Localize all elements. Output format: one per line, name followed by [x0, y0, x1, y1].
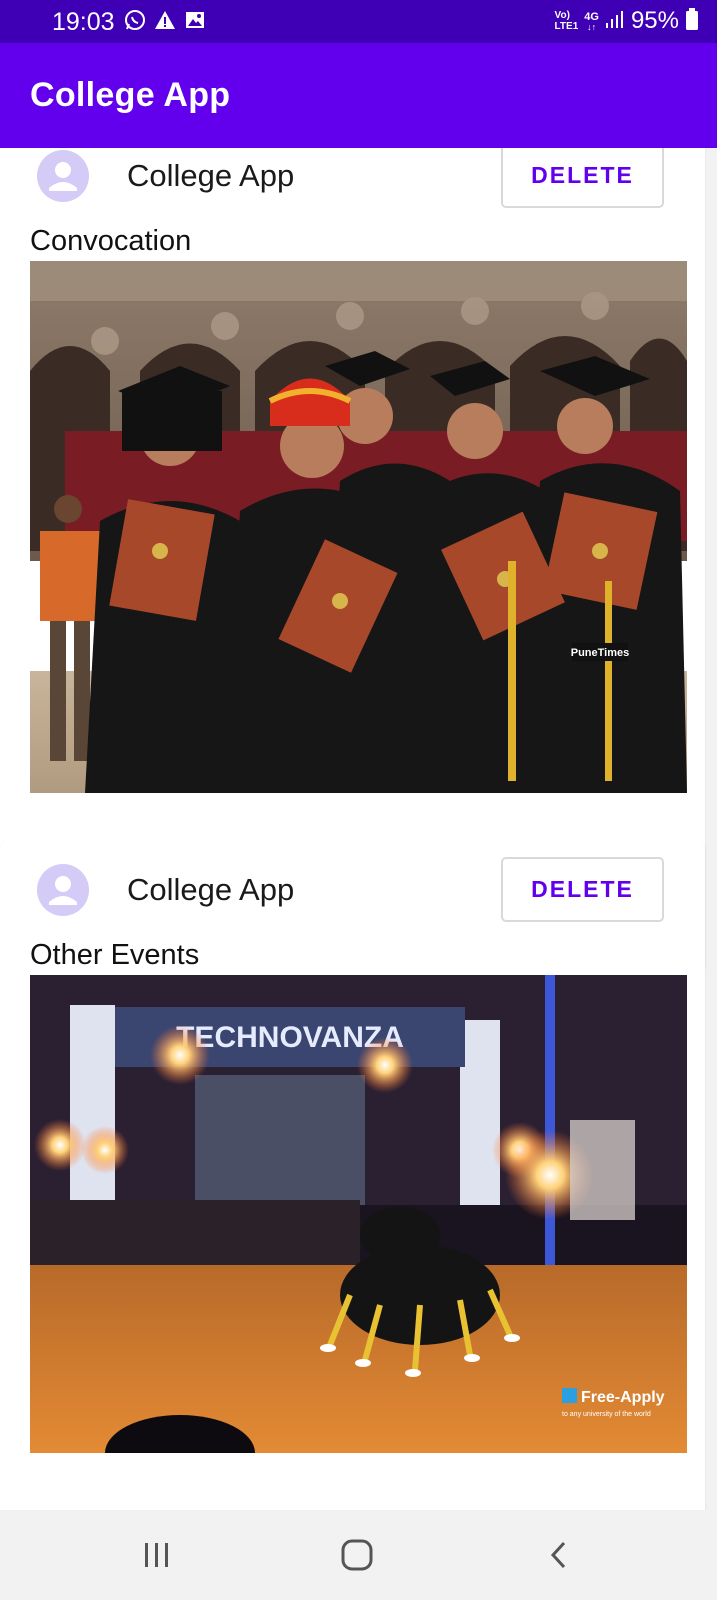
photo-watermark-sub: to any university of the world: [562, 1411, 651, 1418]
delete-button[interactable]: DELETE: [501, 148, 664, 208]
post-card: College App DELETE Other Events TECHNOVA…: [0, 838, 705, 1510]
whatsapp-icon: [124, 9, 146, 36]
delete-button[interactable]: DELETE: [501, 857, 664, 922]
back-icon: [550, 1541, 566, 1569]
back-button[interactable]: [529, 1532, 589, 1578]
status-time: 19:03: [52, 8, 115, 36]
volte-indicator: Vo) LTE1: [554, 10, 579, 32]
post-caption: Convocation: [30, 225, 192, 257]
post-feed[interactable]: College App DELETE Convocation PuneTimes…: [0, 148, 717, 1510]
home-icon: [341, 1539, 373, 1571]
user-avatar-icon: [49, 876, 77, 905]
battery-percentage: 95%: [630, 7, 679, 34]
status-bar: 19:03 Vo) LTE1 4G ↓↑ 95%: [0, 0, 717, 43]
warning-icon: [154, 9, 176, 36]
network-type: 4G ↓↑: [584, 10, 599, 32]
home-button[interactable]: [327, 1532, 387, 1578]
photo-watermark: Free-Apply: [581, 1389, 665, 1406]
app-bar: College App: [0, 43, 717, 148]
post-author: College App: [127, 872, 295, 907]
gallery-icon: [184, 9, 206, 36]
recents-icon: [145, 1543, 168, 1567]
event-photo-icon: TECHNOVANZA Free-Apply to any university…: [30, 975, 687, 1453]
avatar: [37, 150, 89, 202]
recents-button[interactable]: [127, 1532, 187, 1578]
signal-icon: [605, 9, 625, 34]
post-caption: Other Events: [30, 939, 200, 971]
graduation-photo-icon: PuneTimes: [30, 261, 687, 793]
battery-icon: [685, 7, 699, 35]
post-image[interactable]: TECHNOVANZA Free-Apply to any university…: [30, 975, 687, 1453]
app-title: College App: [30, 76, 231, 114]
photo-watermark: PuneTimes: [571, 647, 630, 659]
status-right: Vo) LTE1 4G ↓↑ 95%: [555, 6, 699, 36]
post-author: College App: [127, 158, 295, 193]
post-image[interactable]: PuneTimes: [30, 261, 687, 793]
avatar: [37, 864, 89, 916]
system-nav-bar: [0, 1510, 717, 1600]
user-avatar-icon: [49, 162, 77, 191]
notification-icons: [124, 9, 206, 36]
